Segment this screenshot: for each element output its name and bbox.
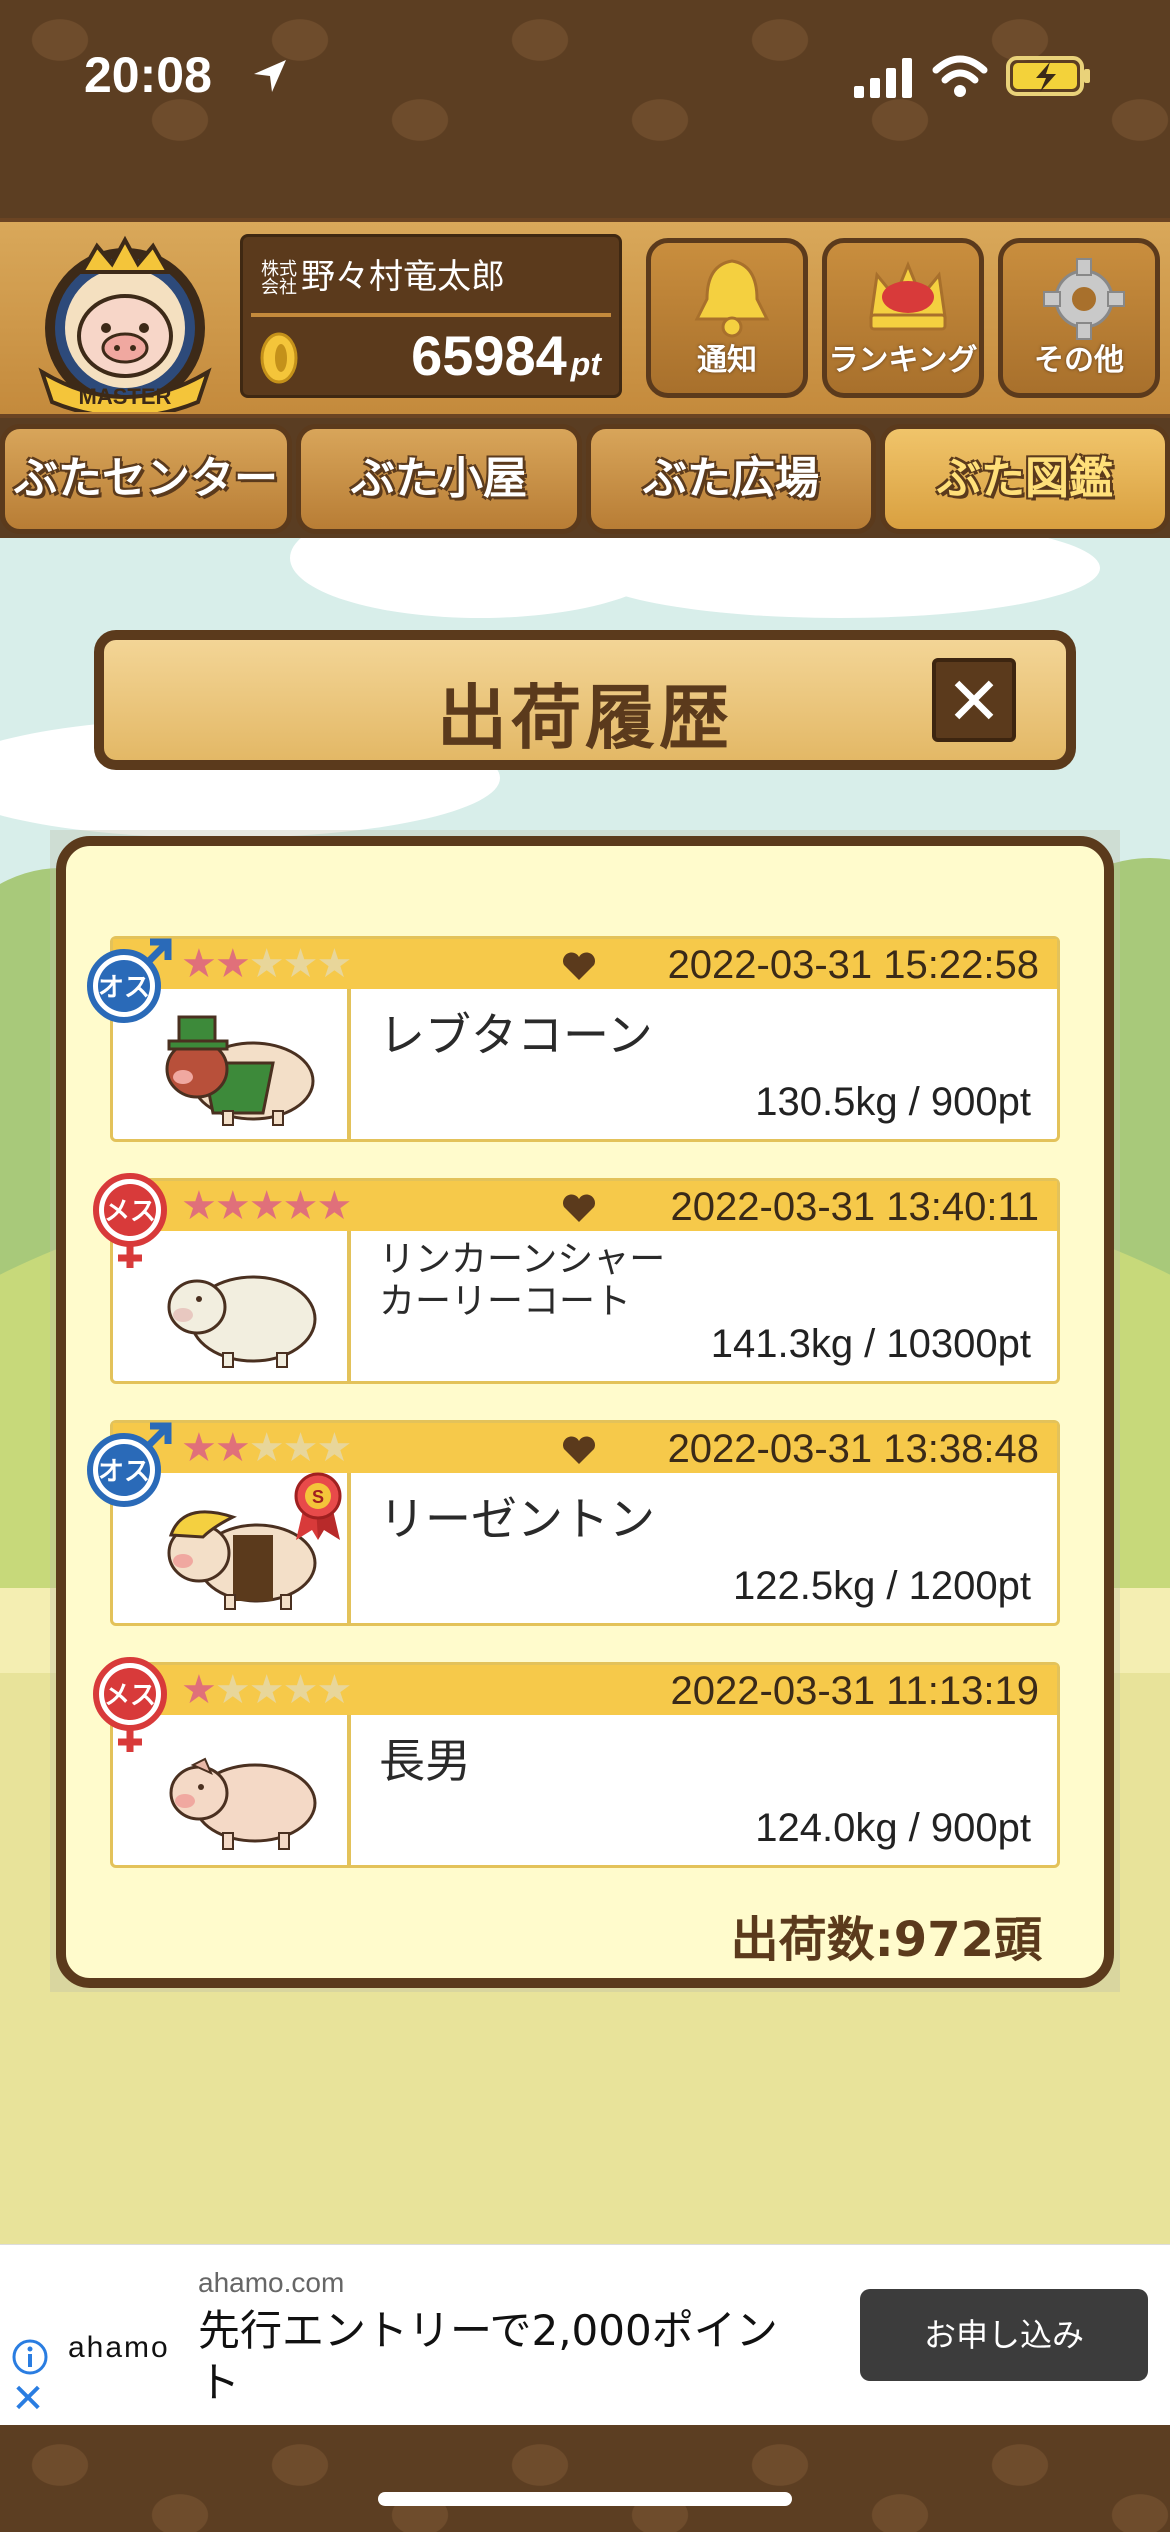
gender-label: メス <box>104 1197 156 1227</box>
record-header: ★★★★★ 2022-03-31 13:38:48 <box>113 1423 1057 1473</box>
user-info-box: 株式会社 野々村竜太郎 65984 pt <box>240 234 622 398</box>
notification-button[interactable]: 通知 <box>646 238 808 398</box>
record-header: ★★★★★ 2022-03-31 13:40:11 <box>113 1181 1057 1231</box>
rarity-stars: ★★★★★ <box>181 1183 352 1229</box>
record-header: ★★★★★ 2022-03-31 15:22:58 <box>113 939 1057 989</box>
ad-text: 先行エントリーで2,000ポイント <box>198 2306 778 2407</box>
heart-icon <box>563 1194 595 1222</box>
points-value: 65984 pt <box>411 323 601 388</box>
female-icon: メス <box>93 1657 167 1752</box>
ad-banner[interactable]: ✕ ahamo ahamo.com 先行エントリーで2,000ポイント お申し込… <box>0 2244 1170 2425</box>
pig-name: リンカーンシャー カーリーコート <box>379 1239 665 1323</box>
heart-icon <box>563 1436 595 1464</box>
ribbon-rank-label: S <box>312 1487 324 1507</box>
cellular-signal-icon <box>854 58 912 98</box>
shipment-record[interactable]: ★★★★★ 2022-03-31 13:40:11 リンカーンシャー カーリーコ… <box>110 1178 1060 1384</box>
coin-icon <box>260 332 298 384</box>
pig-name-line1: リンカーンシャー <box>379 1239 666 1280</box>
green-hat-pig-image <box>165 1015 315 1126</box>
gear-icon <box>1043 258 1125 340</box>
ranking-button[interactable]: ランキング <box>822 238 984 398</box>
wifi-icon <box>932 55 988 97</box>
heart-icon <box>563 952 595 980</box>
shipment-record[interactable]: ★★★★★ 2022-03-31 15:22:58 レブタコーン 130.5kg… <box>110 936 1060 1142</box>
female-icon: メス <box>93 1173 167 1268</box>
master-badge-label: MASTER <box>79 384 172 409</box>
gender-label: オス <box>98 973 150 1003</box>
ad-close-icon[interactable]: ✕ <box>10 2379 46 2419</box>
dialog-title: 出荷履歴 <box>437 677 733 759</box>
pig-weight-points: 130.5kg / 900pt <box>755 1080 1031 1124</box>
notification-label: 通知 <box>697 343 757 378</box>
other-label: その他 <box>1034 343 1124 378</box>
location-arrow-icon <box>254 60 286 92</box>
male-icon: オス <box>87 1422 172 1507</box>
s-rank-ribbon-icon: S <box>294 1472 342 1540</box>
pig-weight-points: 122.5kg / 1200pt <box>732 1564 1031 1608</box>
bell-icon <box>694 259 770 338</box>
user-box-divider <box>251 313 611 317</box>
pink-pig-image <box>169 1757 317 1850</box>
record-datetime: 2022-03-31 15:22:58 <box>667 943 1039 987</box>
ranking-label: ランキング <box>828 343 978 378</box>
corp-prefix: 株式会社 <box>261 258 297 298</box>
curly-coat-pig-image <box>167 1275 317 1368</box>
record-datetime: 2022-03-31 13:38:48 <box>667 1427 1039 1471</box>
home-indicator[interactable] <box>378 2492 792 2506</box>
pig-weight-points: 141.3kg / 10300pt <box>710 1322 1031 1366</box>
close-button[interactable]: ✕ <box>932 658 1016 742</box>
shipment-total: 出荷数:972頭 <box>730 1912 1042 1968</box>
ad-logo: ahamo <box>68 2331 170 2364</box>
record-datetime: 2022-03-31 13:40:11 <box>670 1185 1039 1229</box>
nav-tabs: ぶたセンター ぶた小屋 ぶた広場 ぶた図鑑 <box>0 418 1170 538</box>
master-badge-avatar[interactable]: MASTER <box>22 232 228 412</box>
status-bar: 20:08 <box>0 0 1170 150</box>
record-datetime: 2022-03-31 11:13:19 <box>670 1669 1039 1713</box>
pig-name: リーゼントン <box>379 1492 655 1546</box>
dialog-title-plate: 出荷履歴 ✕ <box>94 630 1076 770</box>
pig-name: 長男 <box>379 1734 471 1788</box>
status-time: 20:08 <box>84 47 212 103</box>
pig-name-line2: カーリーコート <box>379 1281 632 1322</box>
tab-buta-zukan[interactable]: ぶた図鑑 <box>880 424 1170 534</box>
shipment-record[interactable]: ★★★★★ 2022-03-31 13:38:48 リーゼントン 122.5kg… <box>110 1420 1060 1626</box>
shipment-record[interactable]: ★★★★★ 2022-03-31 11:13:19 長男 124.0kg / 9… <box>110 1662 1060 1868</box>
crown-icon <box>869 261 947 331</box>
gender-label: オス <box>98 1457 150 1487</box>
battery-charging-icon <box>1006 56 1090 96</box>
ad-domain: ahamo.com <box>198 2267 345 2298</box>
user-name: 株式会社 野々村竜太郎 <box>261 249 505 298</box>
points-unit: pt <box>570 346 601 382</box>
other-button[interactable]: その他 <box>998 238 1160 398</box>
points-number: 65984 <box>411 324 567 387</box>
rarity-stars: ★★★★★ <box>181 1667 352 1713</box>
user-name-text: 野々村竜太郎 <box>301 257 505 297</box>
rarity-stars: ★★★★★ <box>181 941 352 987</box>
info-icon[interactable] <box>10 2337 50 2377</box>
record-header: ★★★★★ 2022-03-31 11:13:19 <box>113 1665 1057 1715</box>
tab-buta-center[interactable]: ぶたセンター <box>0 424 292 534</box>
male-icon: オス <box>87 938 172 1023</box>
tab-buta-hiroba[interactable]: ぶた広場 <box>586 424 876 534</box>
bottom-background-pattern <box>0 2425 1170 2532</box>
tab-buta-koya[interactable]: ぶた小屋 <box>296 424 582 534</box>
gender-label: メス <box>104 1681 156 1711</box>
pig-name: レブタコーン <box>379 1008 653 1062</box>
pig-weight-points: 124.0kg / 900pt <box>755 1806 1031 1850</box>
rarity-stars: ★★★★★ <box>181 1425 352 1471</box>
ad-apply-button[interactable]: お申し込み <box>860 2289 1148 2381</box>
